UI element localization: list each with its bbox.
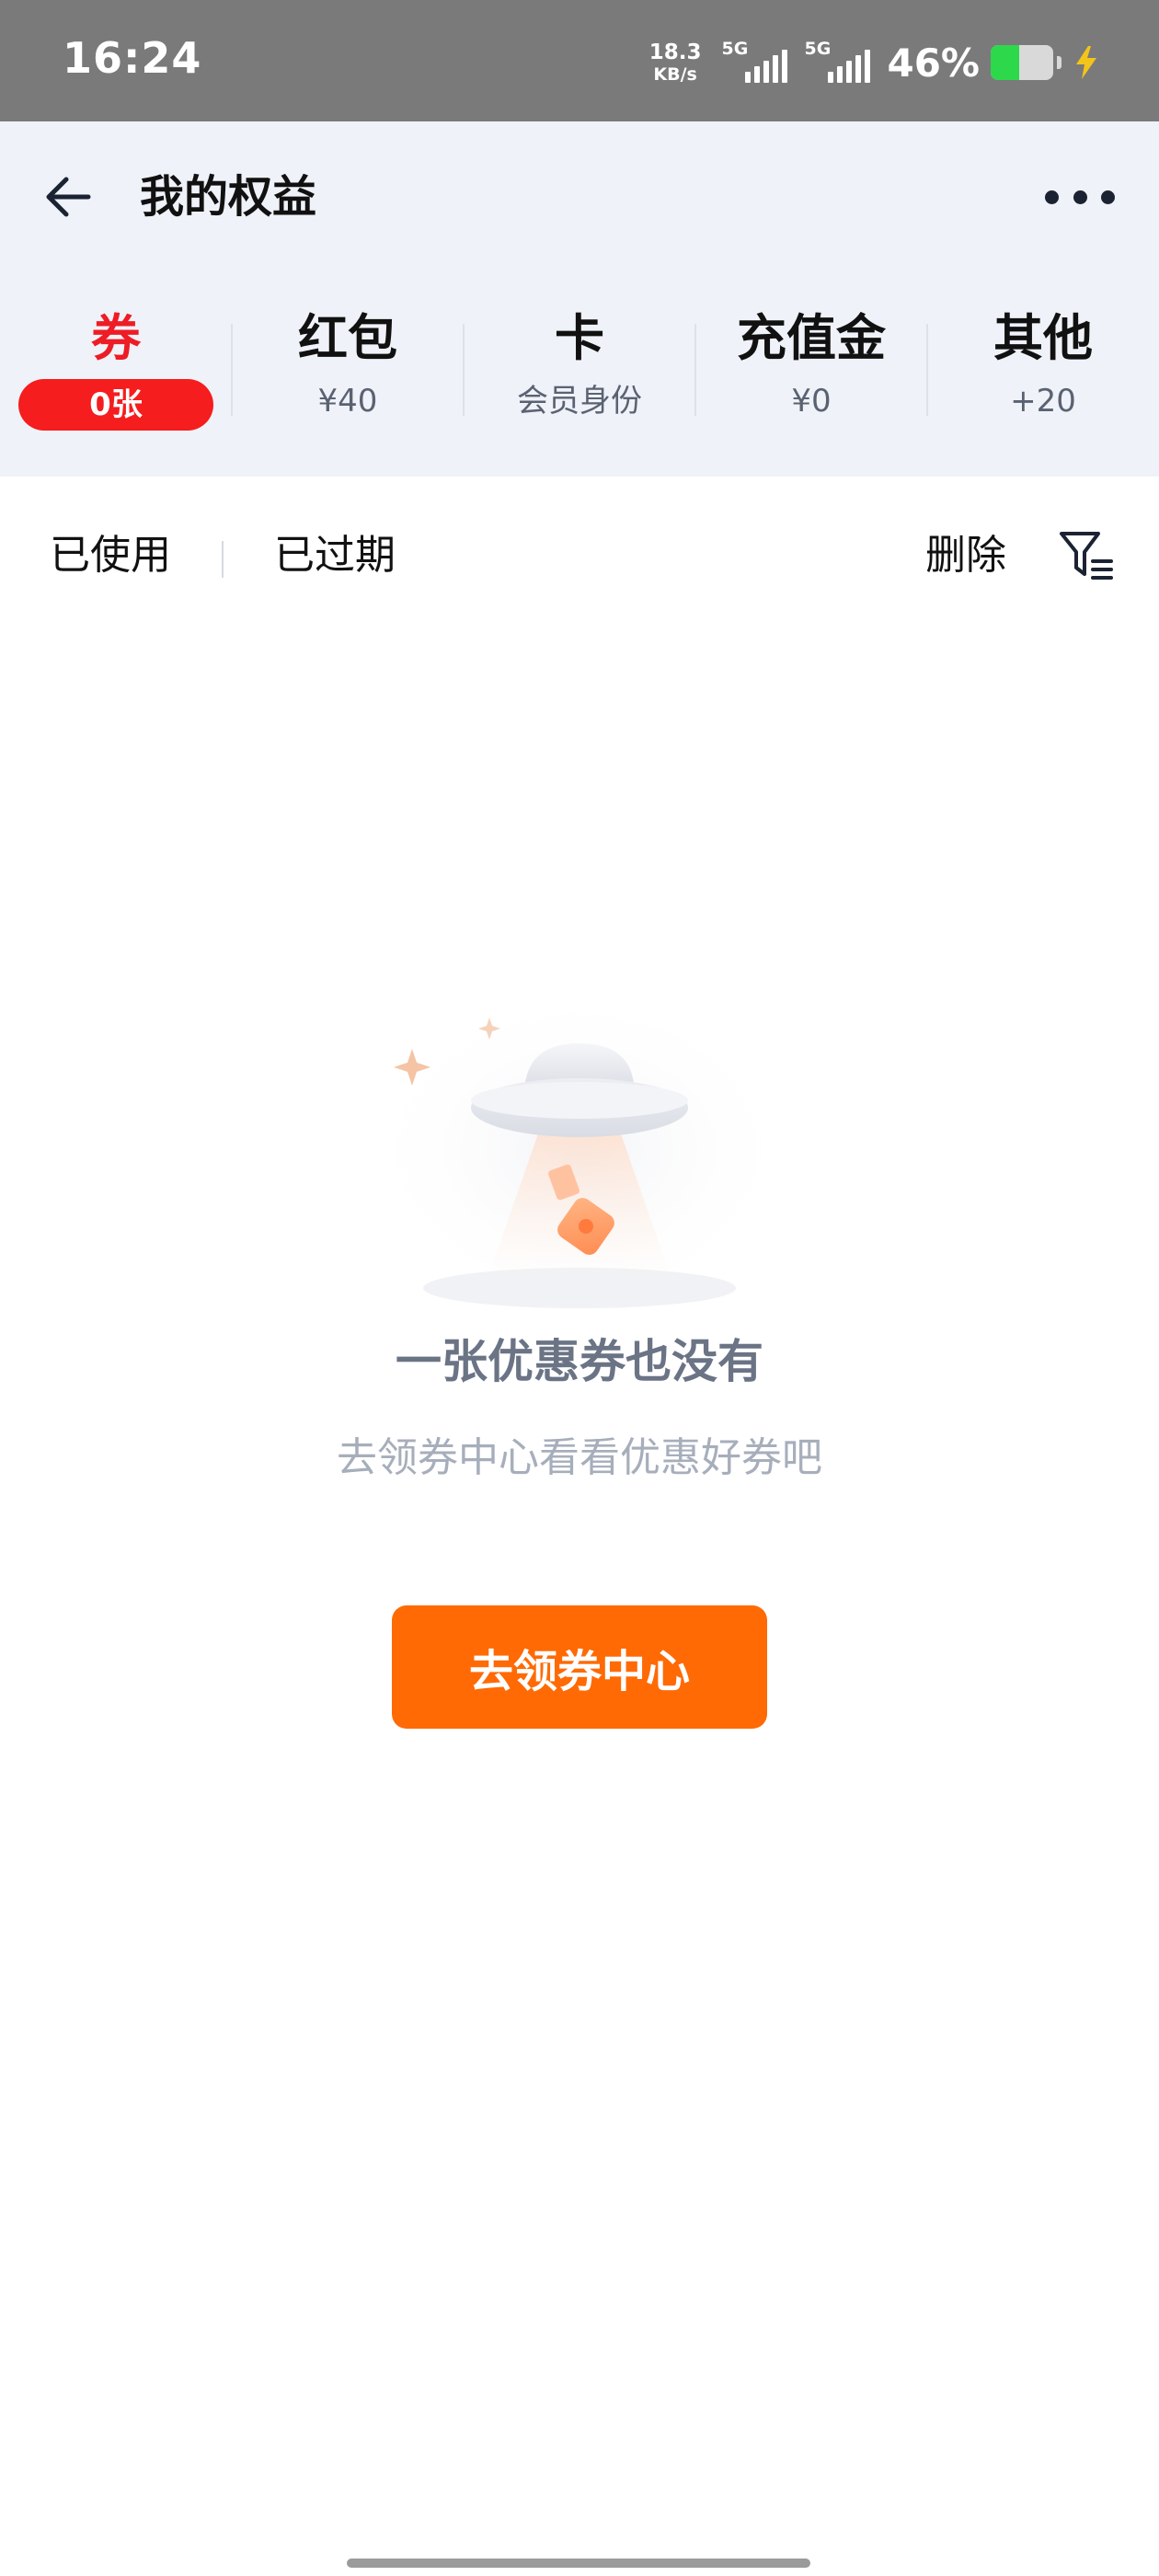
filter-row: 已使用 已过期 删除 xyxy=(0,477,1159,642)
delete-button[interactable]: 删除 xyxy=(925,528,1006,583)
signal-2-icon: 5G xyxy=(804,40,871,85)
tab-value: +20 xyxy=(1010,383,1076,420)
empty-title: 一张优惠券也没有 xyxy=(396,1335,763,1388)
tab-red-packets[interactable]: 红包 ¥40 xyxy=(232,305,464,443)
benefit-tabs: 券 0张 红包 ¥40 卡 会员身份 充值金 ¥0 其他 +20 xyxy=(0,305,1159,443)
battery-icon xyxy=(991,45,1053,80)
network-speed-value: 18.3 xyxy=(648,40,702,64)
more-dots-icon[interactable] xyxy=(1045,178,1115,215)
status-bar: 16:24 18.3 KB/s 5G 5G 46% xyxy=(0,0,1159,121)
header-area: 我的权益 券 0张 红包 ¥40 卡 会员身份 充值金 ¥0 其他 +20 xyxy=(0,121,1159,477)
home-indicator[interactable] xyxy=(347,2559,810,2568)
battery-percent: 46% xyxy=(887,40,980,86)
tab-label: 充值金 xyxy=(737,309,886,367)
tab-others[interactable]: 其他 +20 xyxy=(927,305,1159,443)
filter-expired[interactable]: 已过期 xyxy=(274,528,396,583)
signal-1-icon: 5G xyxy=(721,40,788,85)
tab-recharge[interactable]: 充值金 ¥0 xyxy=(695,305,927,443)
page-title: 我的权益 xyxy=(140,171,317,223)
go-coupon-center-button[interactable]: 去领券中心 xyxy=(392,1605,767,1729)
battery-level xyxy=(991,45,1020,80)
tab-label: 券 xyxy=(91,309,141,367)
bolt-icon xyxy=(1076,46,1096,79)
tab-label: 其他 xyxy=(993,309,1093,367)
tab-label: 红包 xyxy=(298,309,397,367)
coupon-count-badge: 0张 xyxy=(18,379,213,431)
tab-value: 会员身份 xyxy=(517,383,642,420)
tab-label: 卡 xyxy=(555,309,604,367)
status-icons: 18.3 KB/s 5G 5G 46% xyxy=(649,37,1100,88)
filter-used[interactable]: 已使用 xyxy=(50,528,171,583)
battery-cap xyxy=(1057,56,1061,69)
filter-icon[interactable] xyxy=(1058,528,1115,585)
arrow-left-icon[interactable] xyxy=(40,169,96,224)
network-speed: 18.3 KB/s xyxy=(648,40,702,85)
network-speed-unit: KB/s xyxy=(653,63,697,85)
filter-divider xyxy=(222,541,224,578)
tab-value: ¥40 xyxy=(317,383,378,420)
empty-subtitle: 去领券中心看看优惠好券吧 xyxy=(337,1434,822,1481)
tab-coupons[interactable]: 券 0张 xyxy=(0,305,232,443)
tab-cards[interactable]: 卡 会员身份 xyxy=(464,305,695,443)
status-time: 16:24 xyxy=(63,33,202,83)
ufo-coupon-illustration xyxy=(359,984,800,1316)
tab-value: ¥0 xyxy=(791,383,832,420)
